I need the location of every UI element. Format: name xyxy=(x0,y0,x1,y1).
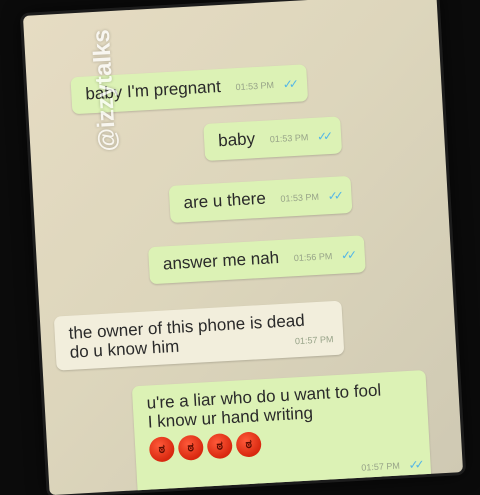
read-receipt-icon: ✓✓ xyxy=(340,247,354,263)
phone-screen: baby I'm pregnant 01:53 PM ✓✓ baby 01:53… xyxy=(22,0,464,495)
message-incoming-1[interactable]: the owner of this phone is dead do u kno… xyxy=(53,300,345,371)
message-text: answer me nah xyxy=(162,248,280,274)
chat-thread: baby I'm pregnant 01:53 PM ✓✓ baby 01:53… xyxy=(23,0,463,495)
message-text: are u there xyxy=(183,188,267,213)
message-text: baby xyxy=(217,129,256,151)
read-receipt-icon: ✓✓ xyxy=(327,188,341,203)
read-receipt-icon: ✓✓ xyxy=(316,128,330,144)
message-outgoing-4[interactable]: answer me nah 01:56 PM ✓✓ xyxy=(148,235,367,284)
angry-face-icon: ಠ xyxy=(235,431,262,458)
message-time: 01:57 PM xyxy=(361,460,401,473)
message-outgoing-5[interactable]: u're a liar who do u want to fool I know… xyxy=(131,370,432,495)
read-receipt-icon: ✓✓ xyxy=(282,76,296,92)
message-time: 01:53 PM xyxy=(269,131,309,144)
angry-face-icon: ಠ xyxy=(148,436,176,463)
message-time: 01:53 PM xyxy=(280,191,320,204)
message-time: 01:53 PM xyxy=(235,79,275,92)
message-outgoing-3[interactable]: are u there 01:53 PM ✓✓ xyxy=(168,175,353,223)
message-time: 01:57 PM xyxy=(294,334,334,347)
angry-face-icon: ಠ xyxy=(177,434,204,461)
angry-face-icon: ಠ xyxy=(206,432,233,460)
read-receipt-icon: ✓✓ xyxy=(408,457,421,473)
message-time: 01:56 PM xyxy=(293,250,333,263)
message-outgoing-2[interactable]: baby 01:53 PM ✓✓ xyxy=(203,116,343,161)
